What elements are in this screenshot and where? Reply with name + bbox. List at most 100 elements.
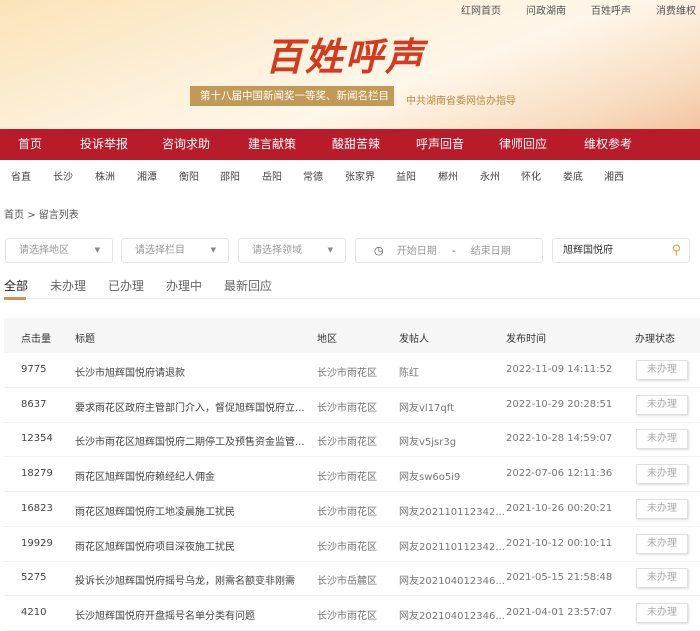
top-link[interactable]: 红网首页 bbox=[461, 2, 501, 17]
region-link[interactable]: 株洲 bbox=[95, 168, 115, 183]
title-link[interactable]: 长沙旭辉国悦府开盘摇号名单分类有问题 bbox=[75, 607, 255, 622]
time-cell: 2021-10-26 00:20:21 bbox=[506, 502, 613, 514]
poster-cell: 网友202110112342... bbox=[399, 506, 505, 518]
time-cell: 2022-07-06 12:11:36 bbox=[506, 468, 613, 480]
breadcrumb-current: 留言列表 bbox=[38, 210, 79, 221]
table-row[interactable]: 8637 要求雨花区政府主管部门介入，督促旭辉国悦府立... 长沙市雨花区 网友vl1… bbox=[4, 388, 700, 423]
time-cell: 2021-04-01 23:57:07 bbox=[506, 606, 613, 618]
search-value: 旭辉国悦府 bbox=[563, 245, 613, 256]
table-row[interactable]: 9775 长沙市旭辉国悦府请退款 长沙市雨花区 陈红 2022-11-09 14:11:… bbox=[4, 353, 700, 388]
tab-latest-reply[interactable]: 最新回应 bbox=[224, 277, 272, 294]
clicks-cell: 16823 bbox=[21, 502, 53, 514]
title-link[interactable]: 雨花区旭辉国悦府赖经纪人佣金 bbox=[75, 468, 215, 483]
search-icon[interactable]: ⚲ bbox=[671, 239, 681, 262]
nav-item[interactable]: 呼声回音 bbox=[416, 129, 464, 160]
region-link[interactable]: 永州 bbox=[480, 168, 500, 183]
region-link[interactable]: 岳阳 bbox=[262, 168, 282, 183]
title-link[interactable]: 长沙市雨花区旭辉国悦府二期停工及预售资金监管... bbox=[75, 433, 305, 448]
table-row[interactable]: 5275 投诉长沙旭辉国悦府摇号乌龙，刚需名额变非刚需 长沙市岳麓区 网友202104… bbox=[4, 561, 700, 597]
time-cell: 2021-05-15 21:58:48 bbox=[506, 572, 613, 584]
poster-cell: 网友202104012346... bbox=[399, 576, 505, 588]
region-link[interactable]: 益阳 bbox=[396, 168, 416, 183]
region-link[interactable]: 衡阳 bbox=[179, 168, 199, 183]
caret-down-icon: ▼ bbox=[210, 246, 216, 254]
col-status: 办理状态 bbox=[635, 334, 675, 345]
time-cell: 2022-10-28 14:59:07 bbox=[506, 433, 613, 445]
clicks-cell: 19929 bbox=[21, 537, 53, 549]
region-link[interactable]: 郴州 bbox=[438, 168, 458, 183]
area-cell: 长沙市雨花区 bbox=[317, 472, 377, 484]
start-date-input[interactable]: 开始日期 bbox=[397, 246, 437, 257]
tab-processed[interactable]: 已办理 bbox=[108, 277, 144, 294]
site-logo[interactable]: 百姓呼声 bbox=[265, 26, 425, 81]
caret-down-icon: ▼ bbox=[94, 246, 100, 254]
search-input[interactable]: 旭辉国悦府 ⚲ bbox=[552, 238, 690, 263]
tab-all[interactable]: 全部 bbox=[4, 277, 28, 294]
field-select[interactable]: 请选择领域 ▼ bbox=[238, 238, 346, 263]
nav-item[interactable]: 维权参考 bbox=[584, 129, 632, 160]
top-link[interactable]: 百姓呼声 bbox=[591, 2, 631, 17]
region-link[interactable]: 湘西 bbox=[604, 168, 624, 183]
date-range-picker[interactable]: ◷ 开始日期 - 结束日期 bbox=[355, 238, 543, 263]
status-badge: 未办理 bbox=[636, 498, 688, 519]
nav-item[interactable]: 投诉举报 bbox=[80, 129, 128, 160]
header-banner: 红网首页 问政湖南 百姓呼声 消费维权 百姓呼声 第十八届中国新闻奖一等奖、新闻… bbox=[0, 0, 700, 132]
area-select-placeholder: 请选择地区 bbox=[19, 245, 69, 256]
title-link[interactable]: 投诉长沙旭辉国悦府摇号乌龙，刚需名额变非刚需 bbox=[75, 572, 295, 587]
breadcrumb-home[interactable]: 首页 bbox=[4, 210, 24, 221]
col-poster: 发帖人 bbox=[399, 334, 429, 345]
region-link[interactable]: 湘潭 bbox=[137, 168, 157, 183]
nav-item[interactable]: 咨询求助 bbox=[162, 129, 210, 160]
clicks-cell: 4210 bbox=[21, 606, 47, 618]
nav-item[interactable]: 首页 bbox=[18, 129, 42, 160]
clicks-cell: 12354 bbox=[21, 433, 53, 445]
title-link[interactable]: 要求雨花区政府主管部门介入，督促旭辉国悦府立... bbox=[75, 399, 305, 414]
region-link[interactable]: 省直 bbox=[11, 168, 31, 183]
status-badge: 未办理 bbox=[636, 602, 688, 623]
column-select[interactable]: 请选择栏目 ▼ bbox=[121, 238, 229, 263]
top-link[interactable]: 消费维权 bbox=[656, 2, 696, 17]
table-row[interactable]: 12354 长沙市雨花区旭辉国悦府二期停工及预售资金监管... 长沙市雨花区 网友v5… bbox=[4, 422, 700, 458]
col-title: 标题 bbox=[75, 334, 95, 345]
area-cell: 长沙市雨花区 bbox=[317, 402, 377, 414]
title-link[interactable]: 雨花区旭辉国悦府工地凌晨施工扰民 bbox=[75, 503, 235, 518]
nav-item[interactable]: 建言献策 bbox=[248, 129, 296, 160]
region-link[interactable]: 邵阳 bbox=[220, 168, 240, 183]
breadcrumb: 首页 > 留言列表 bbox=[4, 206, 79, 221]
title-link[interactable]: 雨花区旭辉国悦府项目深夜施工扰民 bbox=[75, 538, 235, 553]
date-separator: - bbox=[451, 246, 456, 257]
poster-cell: 网友v5jsr3g bbox=[399, 437, 457, 449]
region-link[interactable]: 常德 bbox=[303, 168, 323, 183]
status-badge: 未办理 bbox=[636, 464, 688, 485]
clicks-cell: 9775 bbox=[21, 364, 47, 375]
status-badge: 未办理 bbox=[636, 568, 688, 589]
status-badge: 未办理 bbox=[636, 429, 688, 450]
tab-unprocessed[interactable]: 未办理 bbox=[50, 277, 86, 294]
status-badge: 未办理 bbox=[636, 533, 688, 554]
nav-item[interactable]: 律师回应 bbox=[499, 129, 547, 160]
table-row[interactable]: 18279 雨花区旭辉国悦府赖经纪人佣金 长沙市雨花区 网友sw6o5i9 2022-0… bbox=[4, 457, 700, 493]
field-select-placeholder: 请选择领域 bbox=[252, 245, 302, 256]
table-row[interactable]: 19929 雨花区旭辉国悦府项目深夜施工扰民 长沙市雨花区 网友20211011234… bbox=[4, 527, 700, 562]
caret-down-icon: ▼ bbox=[327, 246, 333, 254]
clicks-cell: 18279 bbox=[21, 468, 53, 480]
region-link[interactable]: 张家界 bbox=[345, 168, 375, 183]
nav-item[interactable]: 酸甜苦辣 bbox=[332, 129, 380, 160]
column-select-placeholder: 请选择栏目 bbox=[135, 245, 185, 256]
area-cell: 长沙市岳麓区 bbox=[317, 576, 377, 588]
area-select[interactable]: 请选择地区 ▼ bbox=[5, 238, 113, 263]
tab-processing[interactable]: 办理中 bbox=[166, 277, 202, 294]
region-link[interactable]: 怀化 bbox=[521, 168, 541, 183]
end-date-input[interactable]: 结束日期 bbox=[471, 246, 511, 257]
area-cell: 长沙市雨花区 bbox=[317, 610, 377, 622]
title-link[interactable]: 长沙市旭辉国悦府请退款 bbox=[75, 364, 185, 379]
poster-cell: 网友202104012346... bbox=[399, 610, 505, 622]
col-clicks: 点击量 bbox=[21, 334, 51, 345]
table-row[interactable]: 4210 长沙旭辉国悦府开盘摇号名单分类有问题 长沙市雨花区 网友2021040123… bbox=[4, 596, 700, 631]
top-links: 红网首页 问政湖南 百姓呼声 消费维权 bbox=[436, 2, 700, 17]
region-link[interactable]: 娄底 bbox=[563, 168, 583, 183]
top-link[interactable]: 问政湖南 bbox=[526, 2, 566, 17]
area-cell: 长沙市雨花区 bbox=[317, 506, 377, 518]
region-link[interactable]: 长沙 bbox=[53, 168, 73, 183]
table-row[interactable]: 16823 雨花区旭辉国悦府工地凌晨施工扰民 长沙市雨花区 网友20211011234… bbox=[4, 492, 700, 527]
